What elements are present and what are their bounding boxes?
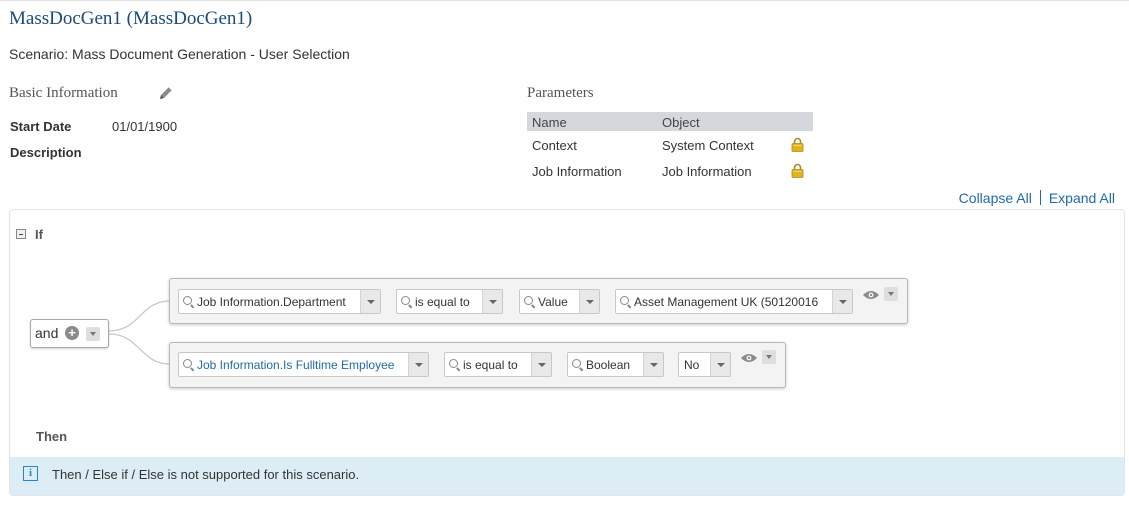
param-name: Job Information: [532, 164, 622, 179]
start-date-label: Start Date: [10, 119, 72, 134]
comparator-text: is equal to: [415, 295, 470, 309]
search-icon: [449, 359, 458, 368]
chevron-down-icon[interactable]: [360, 290, 380, 313]
description-label: Description: [10, 145, 82, 160]
parameters-table: Name Object Context System Context Job I…: [527, 112, 813, 183]
comparator-select[interactable]: is equal to: [396, 289, 503, 314]
add-condition-icon[interactable]: +: [65, 326, 79, 340]
field-select[interactable]: Job Information.Department: [178, 289, 381, 314]
column-header-name: Name: [532, 115, 567, 130]
value-type-text: Boolean: [586, 358, 631, 372]
value-type-select[interactable]: Value: [519, 289, 600, 314]
page-title: MassDocGen1 (MassDocGen1): [9, 8, 253, 29]
start-date-value: 01/01/1900: [112, 119, 178, 134]
field-select[interactable]: Job Information.Is Fulltime Employee: [178, 352, 429, 377]
chevron-down-icon[interactable]: [710, 353, 730, 376]
basic-information-heading: Basic Information: [9, 85, 118, 101]
top-divider: [0, 0, 1129, 1]
search-icon: [524, 296, 533, 305]
param-name: Context: [532, 138, 577, 153]
table-row: Context System Context: [527, 131, 813, 157]
value-type-text: Value: [538, 295, 568, 309]
operator-dropdown-icon[interactable]: [86, 327, 100, 341]
search-icon: [572, 359, 581, 368]
info-message-text: Then / Else if / Else is not supported f…: [52, 467, 360, 482]
field-select-text: Job Information.Department: [197, 295, 346, 309]
param-object: System Context: [662, 138, 754, 153]
field-select-text: Job Information.Is Fulltime Employee: [197, 358, 395, 372]
chevron-down-icon[interactable]: [643, 353, 663, 376]
comparator-text: is equal to: [463, 358, 518, 372]
search-icon: [401, 296, 410, 305]
lock-icon: [791, 137, 804, 152]
expand-collapse-links: Collapse All Expand All: [959, 190, 1115, 206]
parameters-table-header: Name Object: [527, 112, 813, 131]
value-select[interactable]: No: [678, 352, 731, 377]
expand-all-link[interactable]: Expand All: [1049, 190, 1115, 206]
if-label: If: [35, 227, 43, 242]
pencil-icon[interactable]: [157, 84, 175, 102]
search-icon: [620, 296, 629, 305]
chevron-down-icon[interactable]: [482, 290, 502, 313]
value-text: Asset Management UK (50120016: [634, 295, 819, 309]
eye-icon[interactable]: [741, 351, 757, 362]
value-type-select[interactable]: Boolean: [567, 352, 664, 377]
search-icon: [183, 296, 192, 305]
then-label: Then: [36, 429, 68, 444]
row-options-dropdown-icon[interactable]: [884, 287, 898, 301]
row-options-dropdown-icon[interactable]: [762, 350, 776, 364]
value-text: No: [684, 358, 700, 372]
link-separator: [1039, 190, 1041, 205]
chevron-down-icon[interactable]: [832, 290, 852, 313]
column-header-object: Object: [662, 115, 700, 130]
collapse-all-link[interactable]: Collapse All: [959, 190, 1032, 206]
scenario-text: Scenario: Mass Document Generation - Use…: [9, 46, 350, 62]
table-row: Job Information Job Information: [527, 157, 813, 183]
and-operator-label: and: [35, 325, 59, 341]
collapse-toggle-icon[interactable]: [16, 229, 26, 239]
param-object: Job Information: [662, 164, 752, 179]
eye-icon[interactable]: [863, 288, 879, 299]
chevron-down-icon[interactable]: [531, 353, 551, 376]
info-icon: i: [23, 466, 38, 481]
lock-icon: [791, 163, 804, 178]
chevron-down-icon[interactable]: [408, 353, 428, 376]
value-select[interactable]: Asset Management UK (50120016: [615, 289, 853, 314]
chevron-down-icon[interactable]: [579, 290, 599, 313]
comparator-select[interactable]: is equal to: [444, 352, 552, 377]
parameters-heading: Parameters: [527, 85, 594, 101]
search-icon: [183, 359, 192, 368]
